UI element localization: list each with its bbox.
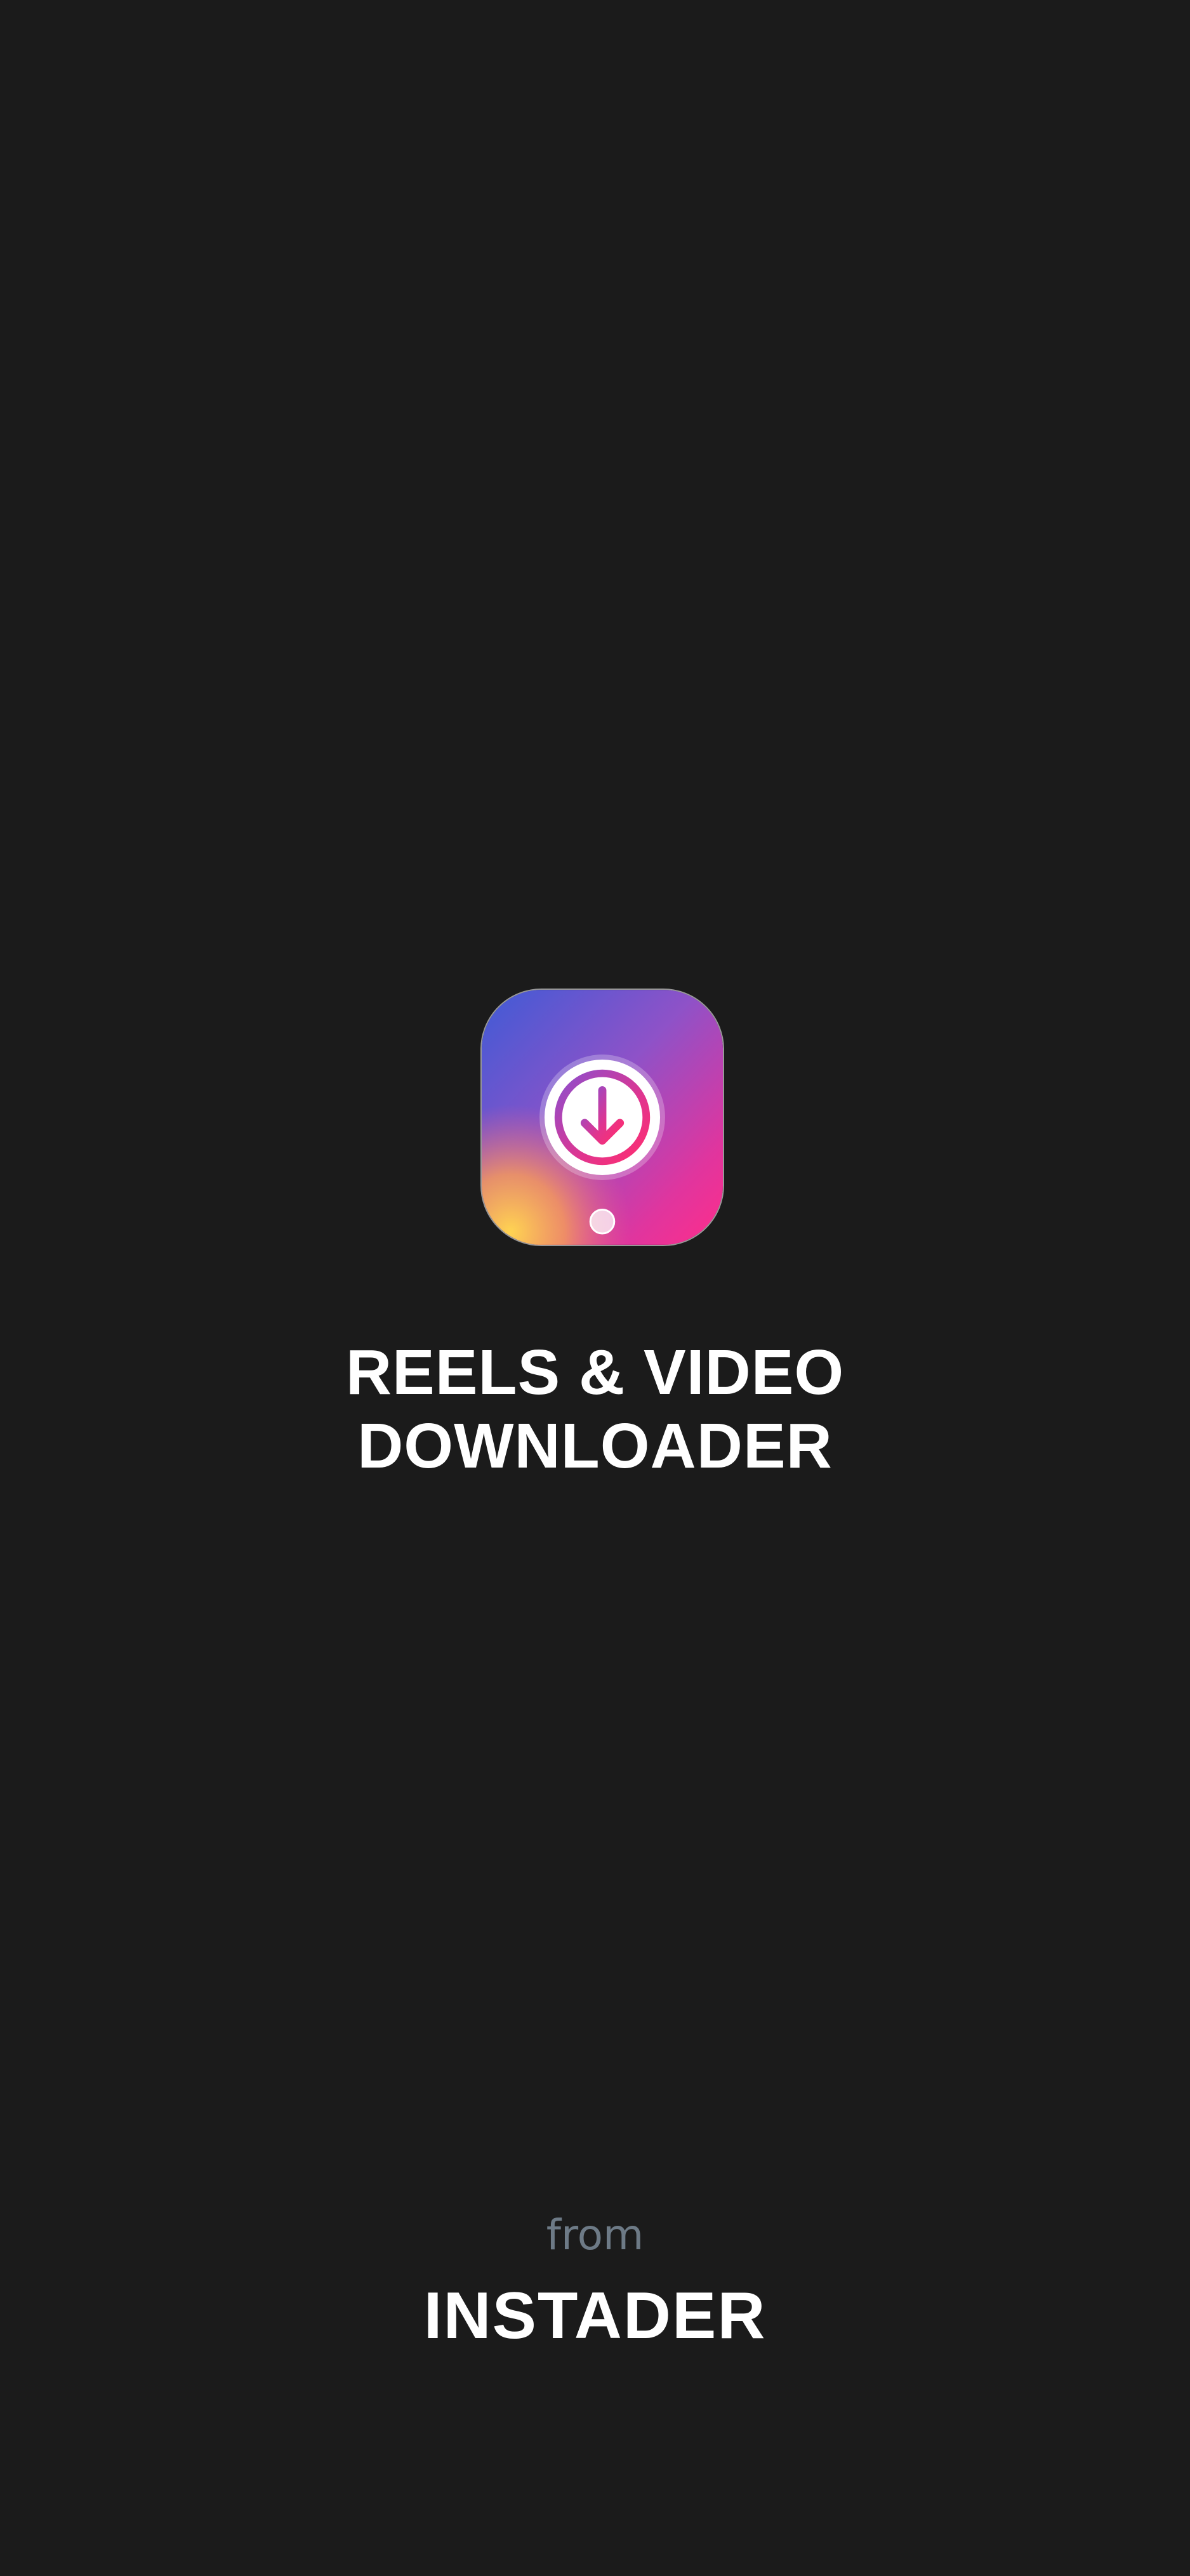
app-title-line2: DOWNLOADER: [357, 1410, 833, 1482]
app-icon: [480, 989, 724, 1246]
from-label: from: [546, 2211, 644, 2259]
splash-screen: REELS & VIDEO DOWNLOADER from INSTADER: [0, 0, 1190, 2576]
app-title-line1: REELS & VIDEO: [345, 1337, 845, 1408]
app-title: REELS & VIDEO DOWNLOADER: [0, 1336, 1190, 1483]
download-arrow-icon: [482, 990, 723, 1245]
brand-name: INSTADER: [423, 2279, 767, 2353]
